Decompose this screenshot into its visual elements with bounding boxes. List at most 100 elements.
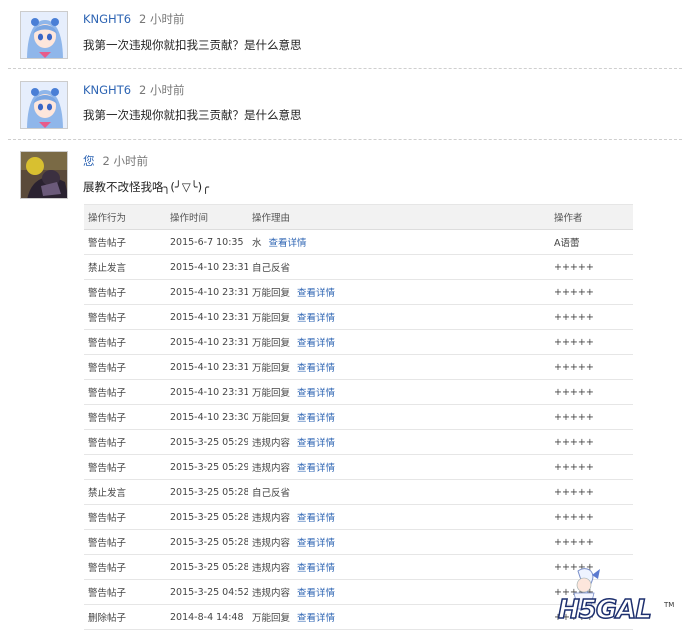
timestamp: 2 小时前: [139, 12, 185, 26]
cell-action: 禁止发言: [84, 479, 166, 505]
cell-action: 警告帖子: [84, 579, 166, 605]
cell-reason: 违规内容 查看详情: [248, 504, 550, 530]
table-row: 警告帖子 2015-4-10 23:31 万能回复 查看详情 +++++: [84, 354, 633, 380]
cell-time: 2015-3-25 05:29: [166, 429, 248, 455]
divider: [8, 68, 682, 69]
cell-time: 2015-3-25 05:28: [166, 554, 248, 580]
cell-time: 2014-8-4 14:48: [166, 604, 248, 630]
cell-time: 2015-3-25 05:28: [166, 504, 248, 530]
cell-reason: 万能回复 查看详情: [248, 279, 550, 305]
view-details-link[interactable]: 查看详情: [297, 413, 335, 424]
trademark-mark: TM: [664, 601, 675, 609]
reason-text: 自己反省: [252, 263, 291, 274]
cell-operator[interactable]: +++++: [550, 329, 633, 355]
table-row: 警告帖子 2015-3-25 05:28 违规内容 查看详情 +++++: [84, 529, 633, 555]
comment-meta: KNGHT6 2 小时前: [83, 82, 185, 98]
user-avatar[interactable]: [20, 11, 68, 59]
reason-text: 水: [252, 238, 262, 249]
cell-action: 警告帖子: [84, 504, 166, 530]
view-details-link[interactable]: 查看详情: [297, 538, 335, 549]
cell-reason: 万能回复 查看详情: [248, 329, 550, 355]
user-avatar[interactable]: [20, 151, 68, 199]
view-details-link[interactable]: 查看详情: [297, 588, 335, 599]
cell-reason: 万能回复 查看详情: [248, 304, 550, 330]
table-row: 警告帖子 2015-4-10 23:31 万能回复 查看详情 +++++: [84, 279, 633, 305]
column-header-spacer: [358, 204, 550, 230]
reason-text: 万能回复: [252, 338, 291, 349]
username[interactable]: KNGHT6: [83, 83, 131, 97]
cell-action: 警告帖子: [84, 379, 166, 405]
cell-time: 2015-4-10 23:31: [166, 279, 248, 305]
comment-text: 我第一次违规你就扣我三贡献？是什么意思: [83, 38, 302, 52]
view-details-link[interactable]: 查看详情: [297, 513, 335, 524]
cell-operator[interactable]: +++++: [550, 479, 633, 505]
cell-reason: 万能回复 查看详情: [248, 404, 550, 430]
cell-operator[interactable]: +++++: [550, 304, 633, 330]
cell-operator[interactable]: +++++: [550, 529, 633, 555]
cell-reason: 违规内容 查看详情: [248, 429, 550, 455]
cell-action: 警告帖子: [84, 304, 166, 330]
cell-action: 删除帖子: [84, 604, 166, 630]
cell-action: 警告帖子: [84, 454, 166, 480]
username[interactable]: 您: [83, 154, 95, 168]
cell-action: 警告帖子: [84, 329, 166, 355]
cell-action: 警告帖子: [84, 279, 166, 305]
comment-meta: KNGHT6 2 小时前: [83, 11, 185, 27]
column-header-reason: 操作理由: [248, 204, 358, 230]
table-row: 警告帖子 2015-3-25 04:52 违规内容 查看详情 +++++: [84, 579, 633, 605]
cell-operator[interactable]: +++++: [550, 254, 633, 280]
cell-operator[interactable]: +++++: [550, 279, 633, 305]
view-details-link[interactable]: 查看详情: [297, 288, 335, 299]
cell-time: 2015-6-7 10:35: [166, 229, 248, 255]
table-header-row: 操作行为 操作时间 操作理由 操作者: [84, 204, 633, 230]
cell-operator[interactable]: +++++: [550, 504, 633, 530]
view-details-link[interactable]: 查看详情: [297, 613, 335, 624]
cell-reason: 违规内容 查看详情: [248, 454, 550, 480]
timestamp: 2 小时前: [139, 83, 185, 97]
view-details-link[interactable]: 查看详情: [297, 438, 335, 449]
column-header-time: 操作时间: [166, 204, 248, 230]
reason-text: 违规内容: [252, 563, 291, 574]
reason-text: 万能回复: [252, 388, 291, 399]
cell-reason: 违规内容 查看详情: [248, 529, 550, 555]
table-row: 警告帖子 2015-4-10 23:31 万能回复 查看详情 +++++: [84, 379, 633, 405]
timestamp: 2 小时前: [102, 154, 148, 168]
view-details-link[interactable]: 查看详情: [297, 363, 335, 374]
reason-text: 自己反省: [252, 488, 291, 499]
table-row: 删除帖子 2014-8-4 14:48 万能回复 查看详情 +++++: [84, 604, 633, 630]
table-row: 警告帖子 2015-4-10 23:31 万能回复 查看详情 +++++: [84, 304, 633, 330]
cell-operator[interactable]: +++++: [550, 404, 633, 430]
cell-operator[interactable]: +++++: [550, 379, 633, 405]
username[interactable]: KNGHT6: [83, 12, 131, 26]
cell-reason: 自己反省: [248, 479, 550, 505]
table-row: 警告帖子 2015-4-10 23:31 万能回复 查看详情 +++++: [84, 329, 633, 355]
cell-operator[interactable]: A语蕾: [550, 229, 633, 255]
anime-girl-avatar-icon: [21, 82, 67, 128]
cell-action: 警告帖子: [84, 554, 166, 580]
view-details-link[interactable]: 查看详情: [297, 463, 335, 474]
table-row: 禁止发言 2015-3-25 05:28 自己反省 +++++: [84, 479, 633, 505]
cell-time: 2015-3-25 05:28: [166, 479, 248, 505]
comment-text: 我第一次违规你就扣我三贡献？是什么意思: [83, 108, 302, 122]
reason-text: 万能回复: [252, 363, 291, 374]
view-details-link[interactable]: 查看详情: [297, 338, 335, 349]
cell-time: 2015-4-10 23:31: [166, 354, 248, 380]
cell-time: 2015-3-25 04:52: [166, 579, 248, 605]
cell-operator[interactable]: +++++: [550, 354, 633, 380]
cell-operator[interactable]: +++++: [550, 429, 633, 455]
view-details-link[interactable]: 查看详情: [269, 238, 307, 249]
cell-action: 警告帖子: [84, 429, 166, 455]
cell-operator[interactable]: +++++: [550, 454, 633, 480]
anime-girl-avatar-icon: [21, 12, 67, 58]
table-row: 警告帖子 2015-3-25 05:28 违规内容 查看详情 +++++: [84, 504, 633, 530]
user-avatar[interactable]: [20, 81, 68, 129]
table-row: 警告帖子 2015-4-10 23:30 万能回复 查看详情 +++++: [84, 404, 633, 430]
column-header-operator: 操作者: [550, 204, 633, 230]
cell-action: 警告帖子: [84, 529, 166, 555]
view-details-link[interactable]: 查看详情: [297, 563, 335, 574]
reason-text: 违规内容: [252, 463, 291, 474]
view-details-link[interactable]: 查看详情: [297, 313, 335, 324]
reason-text: 万能回复: [252, 613, 291, 624]
cell-action: 禁止发言: [84, 254, 166, 280]
view-details-link[interactable]: 查看详情: [297, 388, 335, 399]
